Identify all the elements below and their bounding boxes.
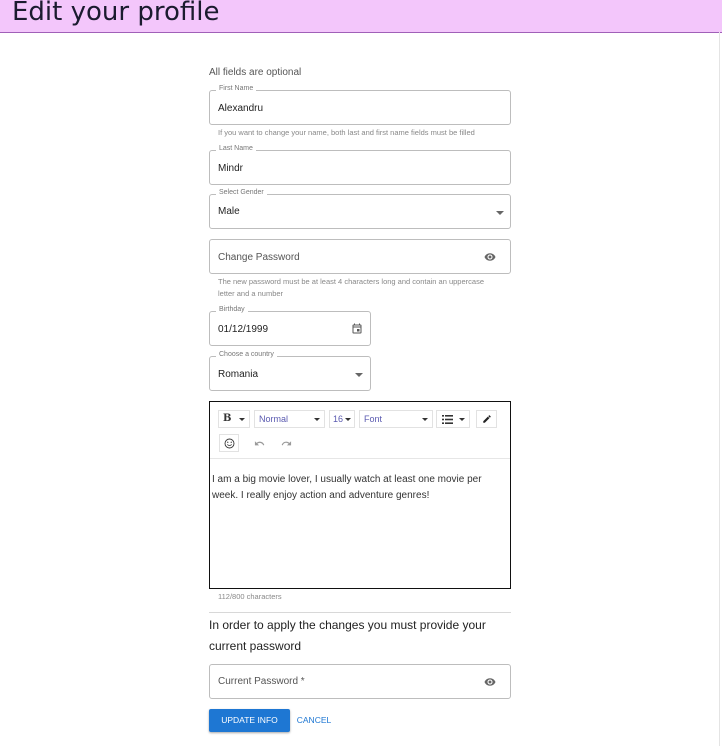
name-helper-text: If you want to change your name, both la… (218, 128, 475, 137)
cancel-button[interactable]: CANCEL (292, 709, 336, 732)
list-icon (442, 415, 453, 424)
change-password-placeholder: Change Password (218, 252, 300, 263)
bold-label: B (223, 413, 232, 424)
password-helper-line-2: letter and a number (218, 289, 284, 298)
font-family-value: Font (364, 414, 383, 424)
caret-down-icon (496, 211, 504, 215)
block-style-dropdown[interactable]: Normal (254, 410, 325, 428)
last-name-field[interactable]: Last Name Mindr (209, 145, 511, 185)
eye-icon[interactable] (483, 251, 497, 263)
block-style-value: Normal (259, 414, 289, 424)
undo-icon[interactable] (254, 438, 265, 449)
redo-icon[interactable] (281, 438, 292, 449)
country-value: Romania (218, 369, 259, 380)
first-name-value: Alexandru (218, 103, 264, 114)
emoji-icon (224, 438, 235, 449)
font-size-value: 16 (333, 414, 344, 424)
bio-editor[interactable]: B Normal 16 Font I am a big movie lover,… (209, 401, 511, 589)
calendar-icon[interactable] (351, 322, 363, 335)
emoji-button[interactable] (219, 434, 239, 452)
page-title: Edit your profile (12, 0, 220, 27)
first-name-field[interactable]: First Name Alexandru (209, 85, 511, 125)
gender-select[interactable]: Select Gender Male (209, 189, 511, 229)
editor-toolbar-divider (210, 458, 510, 459)
confirm-notice: In order to apply the changes you must p… (209, 618, 486, 653)
first-name-label: First Name (216, 85, 257, 92)
font-family-dropdown[interactable]: Font (359, 410, 433, 428)
birthday-label: Birthday (216, 306, 248, 313)
password-helper-line-1: The new password must be at least 4 char… (218, 277, 484, 286)
page-edge-divider (719, 32, 720, 746)
eye-icon[interactable] (483, 676, 497, 688)
country-label: Choose a country (216, 351, 277, 358)
page-header: Edit your profile (0, 0, 722, 33)
current-password-placeholder: Current Password * (218, 676, 305, 687)
password-helper-text: The new password must be at least 4 char… (218, 276, 518, 300)
list-dropdown[interactable] (436, 410, 470, 428)
pen-button[interactable] (476, 410, 497, 428)
section-divider (209, 612, 511, 613)
caret-down-icon (355, 373, 363, 377)
optional-note: All fields are optional (209, 67, 302, 78)
birthday-value: 01/12/1999 (218, 324, 269, 335)
font-size-dropdown[interactable]: 16 (329, 410, 355, 428)
last-name-value: Mindr (218, 163, 244, 174)
pen-icon (483, 415, 491, 423)
country-select[interactable]: Choose a country Romania (209, 351, 371, 391)
current-password-field[interactable]: Current Password * (209, 664, 511, 699)
update-info-button[interactable]: UPDATE INFO (209, 709, 290, 732)
editor-content[interactable]: I am a big movie lover, I usually watch … (212, 472, 504, 504)
last-name-label: Last Name (216, 145, 256, 152)
gender-label: Select Gender (216, 189, 267, 196)
character-counter: 112/800 characters (218, 592, 282, 601)
birthday-field[interactable]: Birthday 01/12/1999 (209, 306, 371, 346)
bold-button[interactable]: B (218, 410, 250, 428)
change-password-field[interactable]: Change Password (209, 239, 511, 274)
gender-value: Male (218, 206, 240, 217)
